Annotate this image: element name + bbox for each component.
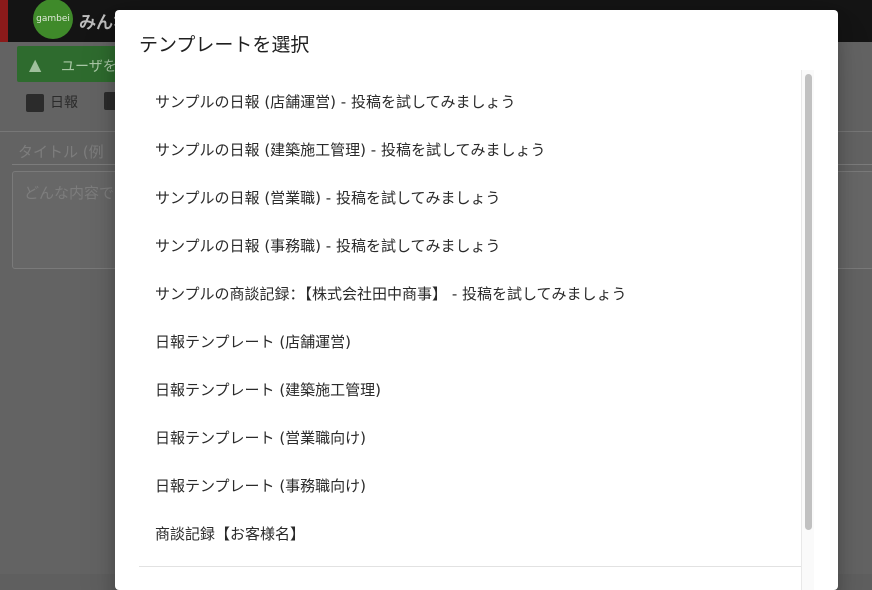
- template-item[interactable]: 商談記録【お客様名】: [115, 510, 801, 558]
- template-item[interactable]: サンプルの日報 (建築施工管理) - 投稿を試してみましょう: [115, 126, 801, 174]
- template-item[interactable]: 日報テンプレート (営業職向け): [115, 414, 801, 462]
- scrollbar-thumb[interactable]: [805, 74, 812, 530]
- person-add-icon: ▲: [29, 55, 42, 74]
- template-list: サンプルの日報 (店舗運営) - 投稿を試してみましょう サンプルの日報 (建築…: [115, 78, 801, 558]
- title-input[interactable]: タイトル (例: [18, 141, 104, 162]
- template-item[interactable]: サンプルの日報 (店舗運営) - 投稿を試してみましょう: [115, 78, 801, 126]
- add-user-button[interactable]: ▲ ユーザを: [17, 46, 127, 82]
- dialog-title: テンプレートを選択: [139, 34, 310, 56]
- app-logo: gambei: [33, 0, 73, 39]
- tab-daily-report[interactable]: 日報: [26, 92, 78, 112]
- template-select-dialog: テンプレートを選択 サンプルの日報 (店舗運営) - 投稿を試してみましょう サ…: [115, 10, 838, 590]
- body-placeholder: どんな内容で: [24, 184, 115, 202]
- topbar-accent: [0, 0, 8, 42]
- template-item[interactable]: 日報テンプレート (店舗運営): [115, 318, 801, 366]
- list-divider: [139, 566, 801, 567]
- template-item[interactable]: 日報テンプレート (建築施工管理): [115, 366, 801, 414]
- calendar-icon: [26, 94, 44, 112]
- add-user-label: ユーザを: [61, 59, 117, 75]
- template-item[interactable]: サンプルの商談記録：【株式会社田中商事】 - 投稿を試してみましょう: [115, 270, 801, 318]
- template-item[interactable]: サンプルの日報 (事務職) - 投稿を試してみましょう: [115, 222, 801, 270]
- template-item[interactable]: 日報テンプレート (事務職向け): [115, 462, 801, 510]
- tab-daily-report-label: 日報: [50, 95, 78, 111]
- template-item[interactable]: サンプルの日報 (営業職) - 投稿を試してみましょう: [115, 174, 801, 222]
